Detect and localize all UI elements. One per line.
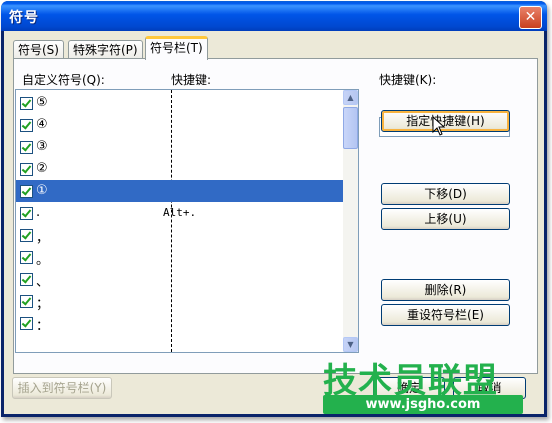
- move-up-button[interactable]: 上移(U): [381, 208, 510, 230]
- symbol-text: .: [36, 205, 41, 220]
- list-item[interactable]: ：: [16, 312, 343, 334]
- list-item-selected[interactable]: ①: [16, 180, 343, 202]
- list-item[interactable]: 、: [16, 268, 343, 290]
- checkbox[interactable]: [20, 163, 33, 176]
- checkbox[interactable]: [20, 185, 33, 198]
- checkbox[interactable]: [20, 207, 33, 220]
- shortcut-text: Alt+.: [163, 206, 197, 219]
- shortcut-column-label: 快捷键:: [171, 73, 212, 87]
- delete-button[interactable]: 删除(R): [381, 279, 510, 301]
- symbol-text: ②: [36, 161, 48, 176]
- symbol-text: ⑤: [36, 95, 48, 110]
- checkbox[interactable]: [20, 119, 33, 132]
- window-title: 符号: [9, 10, 39, 26]
- symbol-text: ④: [36, 117, 48, 132]
- close-icon: ✕: [524, 9, 537, 25]
- list-item[interactable]: ⑤: [16, 92, 343, 114]
- list-item[interactable]: ④: [16, 114, 343, 136]
- custom-symbols-label: 自定义符号(Q):: [22, 73, 105, 87]
- checkbox[interactable]: [20, 141, 33, 154]
- chevron-down-icon: ▼: [347, 340, 354, 349]
- list-item[interactable]: ③: [16, 136, 343, 158]
- symbol-text: 。: [36, 253, 50, 268]
- checkbox[interactable]: [20, 317, 33, 330]
- list-item[interactable]: ，: [16, 224, 343, 246]
- list-item[interactable]: ②: [16, 158, 343, 180]
- symbol-text: ：: [36, 319, 50, 334]
- chevron-up-icon: ▲: [347, 93, 354, 102]
- symbol-text: 、: [36, 275, 50, 290]
- list-item[interactable]: . Alt+.: [16, 202, 343, 224]
- insert-to-symbol-bar-button[interactable]: 插入到符号栏(Y): [12, 377, 112, 399]
- title-bar[interactable]: 符号 ✕: [1, 1, 547, 31]
- scroll-thumb[interactable]: [343, 107, 358, 149]
- watermark: 技术员联盟 www.jsgho.com: [323, 353, 523, 415]
- checkbox[interactable]: [20, 229, 33, 242]
- symbol-dialog: 符号 ✕ 符号(S) 特殊字符(P) 符号栏(T) 自定义符号(Q): 快捷键:…: [1, 1, 547, 417]
- symbol-text: ③: [36, 139, 48, 154]
- shortcut-key-label: 快捷键(K):: [379, 73, 437, 87]
- close-button[interactable]: ✕: [519, 6, 542, 29]
- tab-symbols[interactable]: 符号(S): [13, 40, 64, 59]
- reset-symbol-bar-button[interactable]: 重设符号栏(E): [381, 304, 510, 326]
- mouse-pointer-icon: [432, 116, 446, 136]
- checkbox[interactable]: [20, 273, 33, 286]
- list-scrollbar[interactable]: ▲ ▼: [343, 90, 358, 352]
- checkbox[interactable]: [20, 97, 33, 110]
- move-down-button[interactable]: 下移(D): [381, 183, 510, 205]
- checkbox[interactable]: [20, 251, 33, 264]
- watermark-url: www.jsgho.com: [323, 395, 523, 414]
- checkbox[interactable]: [20, 295, 33, 308]
- symbol-text: ；: [36, 297, 50, 312]
- symbol-list[interactable]: ⑤ ④ ③ ② ① . Alt+. ， 。 、 ； ： ▲ ▼: [15, 89, 359, 353]
- list-item[interactable]: ；: [16, 290, 343, 312]
- tab-special-characters[interactable]: 特殊字符(P): [68, 40, 143, 59]
- symbol-text: ，: [36, 231, 50, 246]
- scroll-up-button[interactable]: ▲: [343, 90, 358, 105]
- tab-symbol-bar[interactable]: 符号栏(T): [145, 36, 208, 60]
- scroll-down-button[interactable]: ▼: [343, 337, 358, 352]
- list-item[interactable]: 。: [16, 246, 343, 268]
- symbol-text: ①: [36, 183, 48, 198]
